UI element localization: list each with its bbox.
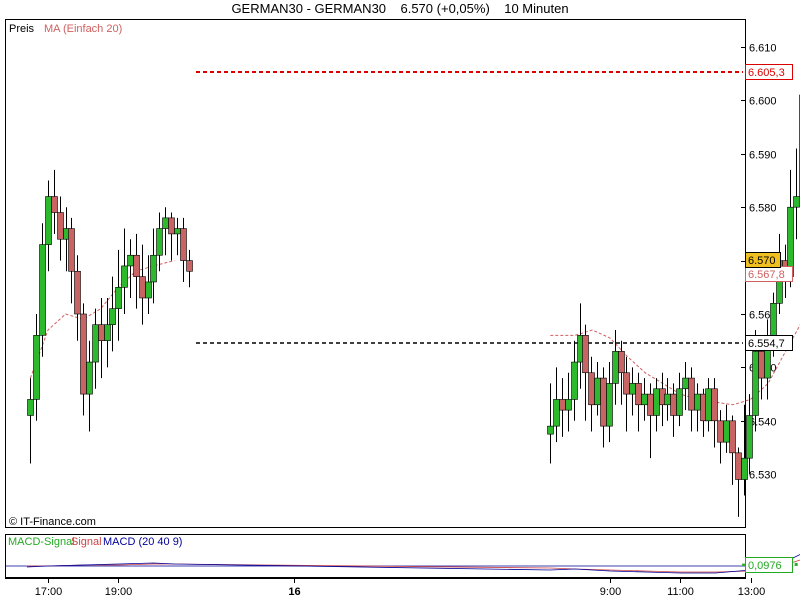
candle-up [793,196,800,208]
candle-down [588,372,595,406]
candle-up [664,393,671,406]
ma-badge-text: 6.567,8 [748,269,785,281]
candle-up [676,388,683,416]
y-tick-label: 6.590 [749,150,777,162]
macd-histogram-bar [794,562,798,566]
candle-up [612,351,619,384]
candle-down [74,270,81,315]
y-tick-label: 6.580 [749,203,777,215]
x-tick-label: 9:00 [600,586,621,598]
candle-up [127,254,134,267]
candle-up [174,228,181,235]
candle-up [33,335,40,400]
y-tick-label: 6.530 [749,470,777,482]
legend-ma: MA (Einfach 20) [44,23,122,35]
x-tick-label: 17:00 [35,586,63,598]
candle-up [752,351,759,416]
x-tick-label: 11:00 [667,586,694,598]
candle-down [729,420,736,454]
candle-up [741,457,748,480]
candle-down [600,377,607,427]
chart-canvas[interactable]: Preis MA (Einfach 20) © IT-Finance.com M… [0,0,800,600]
candle-down [559,399,566,411]
x-tick-label: 13:00 [738,586,766,598]
y-tick-label: 6.610 [749,43,777,55]
candle-up [547,425,554,435]
candle-down [80,313,87,395]
candle-up [156,228,163,256]
main-plot-frame [5,19,746,528]
candle-up [694,393,701,411]
macd-histogram-bar [741,563,745,566]
candle-up [39,244,46,336]
macd-legend-signal: Signal [71,536,102,548]
candle-down [582,335,589,374]
y-tick-label: 6.600 [749,96,777,108]
candle-up [723,420,730,443]
x-axis: 17:0019:00169:0011:0013:0015:0017:0019:0… [35,578,766,598]
support-badge-text: 6.554,7 [748,338,785,350]
candle-up [641,393,648,406]
candle-down [635,383,642,406]
candle-up [121,265,128,288]
x-tick-label: 19:00 [105,586,133,598]
candle-up [746,415,753,459]
copyright: © IT-Finance.com [9,516,96,528]
candle-down [647,393,654,416]
candle-down [688,377,695,411]
macd-badge-text: 0,0976 [748,560,782,572]
candle-down [623,372,630,395]
candle-down [717,420,724,443]
x-tick-label: 16 [288,586,300,598]
candle-down [51,196,58,213]
candle-down [68,228,75,272]
resistance-badge-text: 6.605,3 [748,67,785,79]
candle-down [711,388,718,422]
macd-legend-histogram: MACD-Signal [8,536,75,548]
candle-down [139,276,146,299]
candle-up [104,324,111,341]
y-tick-label: 6.540 [749,417,777,429]
candle-up [571,361,578,400]
candle-up [109,308,116,325]
candle-down [618,351,625,374]
candle-down [758,351,765,379]
candle-up [553,399,560,427]
candle-up [629,383,636,395]
candle-down [180,228,187,261]
candle-up [115,286,122,309]
candle-up [150,254,157,283]
candle-down [133,254,140,277]
candle-up [705,388,712,422]
candle-up [606,383,613,427]
candle-up [594,377,601,406]
candle-up [653,388,660,416]
candle-up [682,377,689,390]
last-price-badge-text: 6.570 [748,255,776,267]
candle-down [186,260,193,272]
candle-up [86,361,93,395]
candle-down [57,212,64,240]
candle-down [735,452,742,480]
macd-legend-macd: MACD (20 40 9) [103,536,182,548]
candle-down [98,324,105,341]
candle-up [92,324,99,363]
candle-down [168,217,175,235]
candle-up [27,399,34,416]
candle-up [770,303,777,336]
candle-down [670,393,677,416]
candle-up [565,399,572,411]
legend-price: Preis [9,23,35,35]
candle-up [162,217,169,229]
candle-up [45,196,52,245]
candle-up [145,281,152,299]
